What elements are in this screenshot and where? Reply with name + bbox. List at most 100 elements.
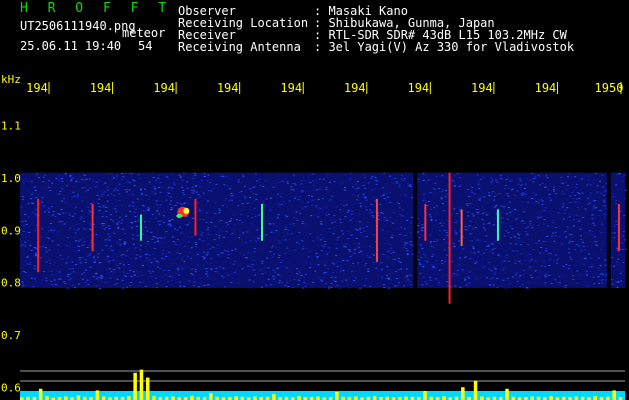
noise-speckle	[464, 191, 467, 193]
noise-speckle	[178, 274, 180, 276]
noise-speckle	[86, 227, 88, 229]
noise-speckle	[458, 209, 461, 211]
noise-speckle	[575, 188, 578, 190]
noise-speckle	[372, 204, 375, 205]
noise-speckle	[435, 219, 438, 221]
noise-speckle	[205, 260, 208, 262]
noise-speckle	[549, 253, 552, 255]
noise-speckle	[118, 225, 121, 226]
noise-speckle	[519, 253, 522, 254]
noise-speckle	[426, 205, 429, 206]
noise-speckle	[69, 175, 72, 176]
noise-speckle	[386, 256, 389, 258]
noise-speckle	[292, 223, 295, 225]
noise-speckle	[213, 239, 216, 241]
noise-speckle	[481, 219, 484, 221]
noise-speckle	[20, 245, 23, 247]
noise-speckle	[409, 184, 412, 186]
noise-speckle	[86, 247, 89, 248]
noise-speckle	[54, 275, 57, 276]
noise-speckle	[317, 264, 320, 266]
noise-speckle	[227, 275, 230, 276]
y-axis: kHz1.11.00.90.80.70.6	[1, 73, 21, 395]
intensity-bar-3	[38, 388, 43, 400]
noise-speckle	[218, 212, 221, 214]
noise-speckle	[258, 214, 261, 216]
x-tick-label-6: 194	[407, 81, 429, 95]
noise-speckle	[455, 220, 458, 222]
noise-speckle	[308, 190, 311, 192]
x-tick-label-2: 194	[153, 81, 175, 95]
noise-speckle	[193, 285, 195, 287]
noise-speckle	[525, 235, 528, 237]
noise-speckle	[558, 208, 561, 210]
noise-speckle	[168, 276, 171, 277]
noise-speckle	[514, 195, 516, 196]
y-tick-label-4: 0.7	[1, 329, 21, 342]
noise-speckle	[107, 256, 110, 258]
noise-speckle	[534, 176, 537, 178]
noise-speckle	[57, 250, 60, 252]
noise-speckle	[498, 243, 501, 245]
noise-speckle	[45, 277, 48, 279]
noise-speckle	[148, 254, 151, 256]
noise-speckle	[47, 211, 50, 213]
noise-speckle	[534, 194, 537, 196]
noise-speckle	[576, 283, 579, 284]
noise-speckle	[277, 193, 279, 195]
noise-speckle	[221, 275, 224, 277]
noise-speckle	[74, 213, 77, 215]
noise-speckle	[576, 226, 579, 228]
noise-speckle	[324, 283, 327, 284]
noise-speckle	[287, 233, 290, 235]
noise-speckle	[537, 277, 540, 279]
noise-speckle	[113, 284, 116, 286]
noise-speckle	[167, 178, 170, 180]
noise-speckle	[114, 188, 117, 190]
noise-speckle	[224, 261, 227, 263]
noise-speckle	[355, 242, 358, 244]
noise-speckle	[55, 273, 58, 275]
x-tick-label-3: 194	[217, 81, 239, 95]
noise-speckle	[242, 176, 245, 178]
noise-speckle	[144, 221, 146, 223]
noise-speckle	[371, 215, 374, 217]
noise-speckle	[406, 219, 409, 221]
noise-speckle	[214, 225, 217, 227]
noise-speckle	[34, 209, 37, 211]
noise-speckle	[99, 193, 102, 195]
noise-speckle	[417, 181, 420, 183]
noise-speckle	[199, 195, 202, 197]
noise-speckle	[430, 204, 433, 206]
noise-speckle	[208, 185, 211, 187]
noise-speckle	[275, 246, 278, 248]
noise-speckle	[356, 229, 359, 231]
noise-speckle	[39, 208, 42, 210]
noise-speckle	[428, 214, 431, 216]
noise-speckle	[42, 255, 45, 257]
noise-speckle	[523, 193, 525, 195]
noise-speckle	[506, 193, 509, 195]
noise-speckle	[464, 279, 466, 281]
noise-speckle	[95, 273, 98, 275]
noise-speckle	[191, 192, 194, 194]
noise-speckle	[558, 275, 561, 277]
noise-speckle	[147, 198, 150, 200]
noise-speckle	[278, 254, 281, 256]
noise-speckle	[108, 248, 111, 249]
noise-speckle	[355, 237, 358, 239]
noise-speckle	[92, 201, 95, 203]
noise-speckle	[106, 238, 109, 240]
noise-speckle	[309, 267, 312, 269]
noise-speckle	[337, 236, 340, 238]
noise-speckle	[263, 204, 266, 206]
noise-speckle	[43, 175, 46, 176]
noise-speckle	[401, 235, 404, 237]
noise-speckle	[557, 257, 560, 259]
noise-speckle	[515, 261, 518, 263]
noise-speckle	[379, 213, 382, 215]
noise-speckle	[33, 265, 36, 267]
noise-speckle	[305, 226, 308, 227]
noise-speckle	[352, 255, 354, 257]
noise-speckle	[231, 209, 233, 211]
